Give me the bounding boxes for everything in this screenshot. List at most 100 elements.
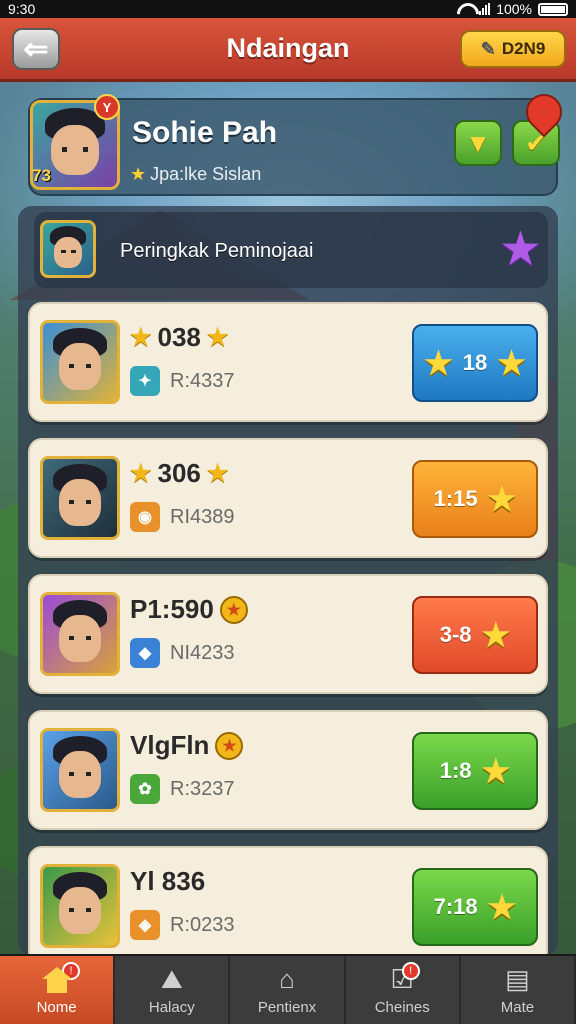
player-score: 038 [157,322,201,352]
nav-label: Nome [36,998,77,1016]
nav-label: Halacy [148,998,195,1016]
profile-subtitle: ★ Jpa:lke Sislan [130,164,261,185]
star-icon: ★ [487,889,517,925]
battery-percent: 100% [496,1,532,17]
notification-badge: ! [401,962,420,980]
signal-icon [479,3,491,15]
nav-item-mate[interactable]: ▤ Mate [461,956,576,1024]
star-icon: ★ [130,324,152,351]
player-class-icon: ✦ [130,366,160,396]
top-header: ⇐ Ndaingan ✎ D2N9 [0,18,576,82]
player-class-icon: ◉ [130,502,160,532]
avatar-eyes [68,635,92,641]
player-action-label: 18 [462,350,488,375]
player-row[interactable]: VlgFln ★ ✿ R:3237 1:8 ★ [28,710,548,830]
player-avatar [40,864,120,948]
player-avatar [40,728,120,812]
medal-icon: ★ [219,595,248,624]
currency-label: D2N9 [501,39,546,58]
status-bar: 9:30 100% [0,0,576,18]
avatar-eyes [68,907,92,913]
status-time: 9:30 [8,1,36,17]
star-icon: ★ [481,753,511,789]
wrench-icon: ✎ [480,38,496,59]
player-class-icon: ◆ [130,638,160,668]
player-class-icon: ◈ [130,910,160,940]
nav-item-cheines[interactable]: ! ☑ Cheines [346,956,461,1024]
battery-icon [538,2,568,16]
player-subline: ◆ NI4233 [130,638,235,668]
avatar-eyes [62,146,88,152]
back-button[interactable]: ⇐ [12,28,60,70]
profile-badge: Y [94,94,120,120]
ranking-header: Peringkak Peminojaai ★ [34,212,548,288]
ranking-avatar [40,220,96,278]
avatar-eyes [60,250,76,254]
star-icon: ▼ [465,127,491,158]
chest-icon: ▤ [505,964,530,994]
avatar-eyes [68,499,92,505]
player-subline: ✦ R:4337 [130,366,235,396]
player-action-button[interactable]: 1:15 ★ [412,460,538,538]
purple-star-icon: ★ [498,223,542,276]
player-row[interactable]: ★ 306 ★ ◉ RI4389 1:15 ★ [28,438,548,558]
player-class-icon: ✿ [130,774,160,804]
currency-button[interactable]: ✎ D2N9 [460,30,566,68]
player-action-label: 1:8 [439,758,472,783]
back-arrow-icon: ⇐ [23,32,49,66]
star-icon: ★ [206,460,229,487]
player-row[interactable]: ★ 038 ★ ✦ R:4337 ★ 18 ★ [28,302,548,422]
player-action-button[interactable]: 7:18 ★ [412,868,538,946]
player-score-line: P1:590 ★ [130,594,248,625]
star-icon: ★ [130,460,152,487]
player-avatar [40,456,120,540]
wifi-icon [457,3,473,15]
house-icon: ⌂ [279,964,295,994]
nav-item-halacy[interactable]: ⛰ Halacy [115,956,231,1024]
nav-item-pentienx[interactable]: ⌂ Pentienx [230,956,346,1024]
player-score-line: ★ 038 ★ [130,322,228,353]
player-action-button[interactable]: 1:8 ★ [412,732,538,810]
favorite-button[interactable]: ▼ [454,120,502,166]
home-icon [40,965,74,995]
status-icons: 100% [457,1,568,17]
player-id: RI4389 [170,505,235,528]
player-score-line: Yl 836 [130,866,205,897]
player-id: R:0233 [170,913,235,936]
player-avatar [40,320,120,404]
player-subline: ◉ RI4389 [130,502,235,532]
player-id: NI4233 [170,641,235,664]
star-icon: ★ [487,481,517,517]
player-row[interactable]: Yl 836 ◈ R:0233 7:18 ★ [28,846,548,966]
player-score: 306 [157,458,201,488]
bottom-navigation: ! Nome ⛰ Halacy ⌂ Pentienx ! ☑ Cheines ▤… [0,954,576,1024]
nav-item-nome[interactable]: ! Nome [0,956,116,1024]
player-score: VlgFln [130,730,210,760]
player-subline: ✿ R:3237 [130,774,235,804]
player-row[interactable]: P1:590 ★ ◆ NI4233 3-8 ★ [28,574,548,694]
ranking-panel: Peringkak Peminojaai ★ ★ 038 ★ ✦ R:4337 … [18,206,558,966]
star-icon: ★ [130,164,147,184]
avatar-eyes [68,771,92,777]
profile-card: Y 73 Sohie Pah ★ Jpa:lke Sislan ▼ ✔ [28,86,570,196]
star-icon: ★ [424,345,453,381]
player-score-line: ★ 306 ★ [130,458,228,489]
player-avatar [40,592,120,676]
medal-icon: ★ [215,731,244,760]
player-action-label: 1:15 [433,486,478,511]
ranking-title: Peringkak Peminojaai [120,240,314,262]
player-action-label: 7:18 [433,894,478,919]
player-score: P1:590 [130,594,214,624]
player-action-button[interactable]: ★ 18 ★ [412,324,538,402]
star-icon: ★ [206,324,229,351]
player-action-label: 3-8 [439,622,472,647]
player-score: Yl 836 [130,866,206,896]
page-title: Ndaingan [226,33,350,63]
player-id: R:4337 [170,369,235,392]
player-action-button[interactable]: 3-8 ★ [412,596,538,674]
nav-label: Cheines [374,998,430,1016]
profile-subtitle-text: Jpa:lke Sislan [150,164,262,184]
player-score-line: VlgFln ★ [130,730,244,761]
player-id: R:3237 [170,777,235,800]
nav-label: Mate [500,998,535,1016]
